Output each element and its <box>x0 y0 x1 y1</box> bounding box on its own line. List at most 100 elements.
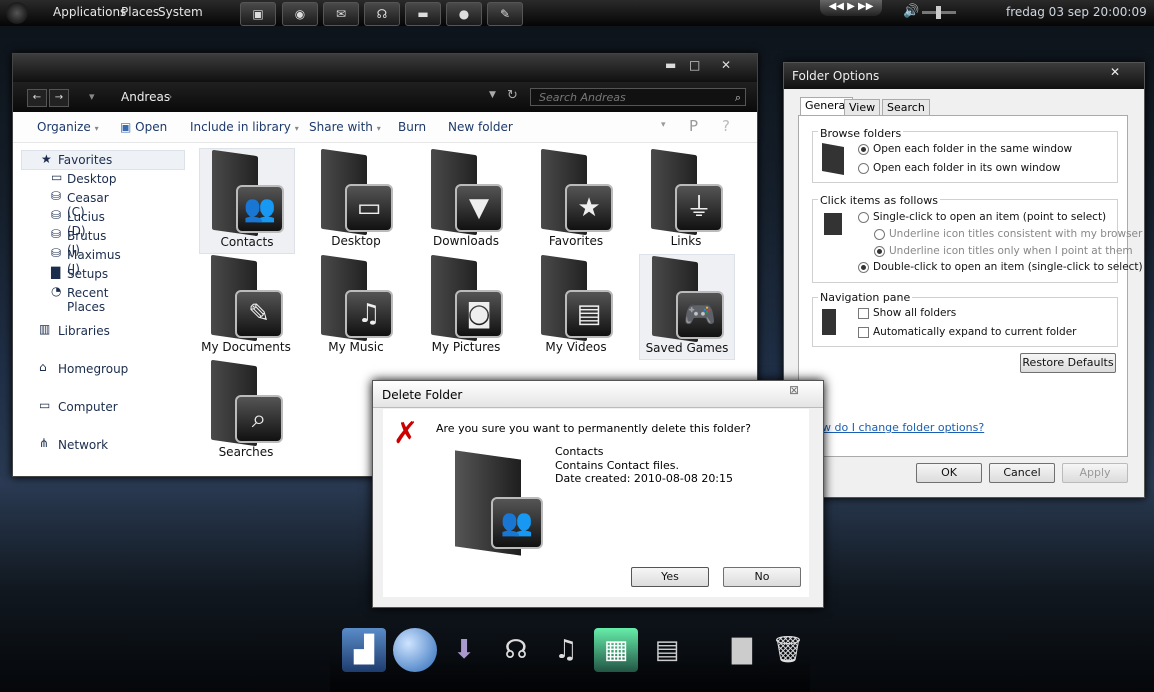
folder-item-my-pictures[interactable]: ◙ My Pictures <box>419 254 513 358</box>
search-icon[interactable]: ⌕ <box>735 89 741 107</box>
nav-setups[interactable]: Setups <box>67 267 108 281</box>
computer-icon: ▭ <box>39 398 51 412</box>
folder-options-window: Folder Options ✕ General View Search Bro… <box>783 62 1145 498</box>
new-folder-button[interactable]: New folder <box>448 120 513 134</box>
refresh-icon[interactable]: ↻ <box>507 88 518 103</box>
download-icon[interactable]: ⬇ <box>442 628 486 672</box>
no-button[interactable]: No <box>723 567 801 587</box>
photos-icon[interactable]: ▦ <box>594 628 638 672</box>
volume-icon[interactable]: 🔊 <box>903 4 919 19</box>
folder-item-my-documents[interactable]: ✎ My Documents <box>199 254 293 358</box>
folder-item-links[interactable]: ⏚ Links <box>639 148 733 252</box>
volume-slider[interactable] <box>922 6 956 19</box>
pen-icon: ✎ <box>235 290 283 338</box>
help-icon[interactable]: ? <box>722 117 730 135</box>
radio-on <box>858 143 869 155</box>
menu-places[interactable]: Places <box>121 5 159 19</box>
headphones-icon[interactable]: ☊ <box>364 2 400 26</box>
share-with-button[interactable]: Share with ▾ <box>309 120 381 134</box>
open-button[interactable]: ▣ Open <box>120 120 167 134</box>
finder-icon[interactable]: ▟ <box>342 628 386 672</box>
close-icon[interactable]: ⊠ <box>789 383 799 397</box>
trash-icon[interactable]: 🗑 <box>766 628 810 672</box>
search-input[interactable]: Search Andreas ⌕ <box>530 88 746 106</box>
radio-own-window[interactable]: Open each folder in its own window <box>858 162 1060 174</box>
folder-item-downloads[interactable]: ▼ Downloads <box>419 148 513 252</box>
monitor-icon: ▭ <box>345 184 393 232</box>
drive-icon: ⛁ <box>51 246 62 260</box>
camera-icon: ◙ <box>455 290 503 338</box>
breadcrumb[interactable]: Andreas <box>121 90 170 104</box>
close-icon[interactable]: ✕ <box>721 58 731 72</box>
folder-options-titlebar[interactable]: Folder Options ✕ <box>784 63 1144 89</box>
nav-computer[interactable]: Computer <box>58 400 118 414</box>
folder-item-my-videos[interactable]: ▤ My Videos <box>529 254 623 358</box>
back-button[interactable]: ← <box>27 89 47 107</box>
nav-recent-places[interactable]: Recent Places <box>67 286 108 314</box>
nav-network[interactable]: Network <box>58 438 108 452</box>
radio-underline-browser[interactable]: Underline icon titles consistent with my… <box>874 228 1142 240</box>
folder-item-favorites[interactable]: ★ Favorites <box>529 148 623 252</box>
yes-button[interactable]: Yes <box>631 567 709 587</box>
folder-label: Contacts <box>220 235 274 249</box>
folder-item-saved-games[interactable]: 🎮 Saved Games <box>639 254 735 360</box>
music-icon[interactable]: ♫ <box>544 628 588 672</box>
distro-logo-icon[interactable] <box>6 2 28 24</box>
chevron-right-icon[interactable]: › <box>168 90 172 103</box>
folder-item-contacts[interactable]: 👥 Contacts <box>199 148 295 254</box>
media-controls[interactable]: ◀◀ ▶ ▶▶ <box>820 0 882 16</box>
firefox-icon[interactable]: ◉ <box>282 2 318 26</box>
nav-desktop[interactable]: Desktop <box>67 172 117 186</box>
folder-item-searches[interactable]: ⌕ Searches <box>199 359 293 463</box>
close-icon[interactable]: ✕ <box>1110 65 1120 79</box>
mail-icon[interactable]: ✉ <box>323 2 359 26</box>
nav-homegroup[interactable]: Homegroup <box>58 362 128 376</box>
help-link[interactable]: w do I change folder options? <box>822 421 984 434</box>
folder-name: Contacts <box>555 445 604 458</box>
checkbox-auto-expand[interactable]: Automatically expand to current folder <box>858 326 1077 338</box>
include-in-library-button[interactable]: Include in library ▾ <box>190 120 299 134</box>
maximize-icon[interactable]: □ <box>689 58 700 72</box>
nav-libraries[interactable]: Libraries <box>58 324 110 338</box>
nav-favorites[interactable]: Favorites <box>58 153 112 167</box>
drive-icon: ⛁ <box>51 227 62 241</box>
people-icon: 👥 <box>491 497 543 549</box>
tool-icon[interactable]: ✎ <box>487 2 523 26</box>
globe-icon[interactable] <box>393 628 437 672</box>
minimize-icon[interactable]: ▬ <box>665 58 676 72</box>
folder-item-desktop[interactable]: ▭ Desktop <box>309 148 403 252</box>
dialog-titlebar[interactable]: Delete Folder ⊠ <box>373 381 823 408</box>
folder-item-my-music[interactable]: ♫ My Music <box>309 254 403 358</box>
delete-x-icon: ✗ <box>393 416 419 451</box>
organize-button[interactable]: Organize ▾ <box>37 120 99 134</box>
checkbox-show-all-folders[interactable]: Show all folders <box>858 307 956 319</box>
menu-applications[interactable]: Applications <box>53 5 126 19</box>
explorer-titlebar[interactable]: ▬ □ ✕ <box>13 54 757 82</box>
restore-defaults-button[interactable]: Restore Defaults <box>1020 353 1116 373</box>
ok-button[interactable]: OK <box>916 463 982 483</box>
top-panel: Applications Places System ▣ ◉ ✉ ☊ ▬ ● ✎… <box>0 0 1154 26</box>
video-icon[interactable]: ▤ <box>645 628 689 672</box>
folder-icon[interactable]: ▇ <box>720 628 764 672</box>
home-folder-icon[interactable]: ▣ <box>240 2 276 26</box>
menu-system[interactable]: System <box>158 5 203 19</box>
cancel-button[interactable]: Cancel <box>989 463 1055 483</box>
clock[interactable]: fredag 03 sep 20:00:09 <box>1006 5 1147 19</box>
forward-button[interactable]: → <box>49 89 69 107</box>
preview-pane-icon[interactable]: P <box>689 117 698 135</box>
radio-single-click[interactable]: Single-click to open an item (point to s… <box>858 211 1106 223</box>
apply-button[interactable]: Apply <box>1062 463 1128 483</box>
radio-double-click[interactable]: Double-click to open an item (single-cli… <box>858 261 1143 273</box>
radio-underline-point[interactable]: Underline icon titles only when I point … <box>874 245 1133 257</box>
window-title: Folder Options <box>792 69 880 83</box>
burn-button[interactable]: Burn <box>398 120 426 134</box>
folder-icon[interactable]: ▬ <box>405 2 441 26</box>
chevron-down-icon[interactable]: ▼ <box>489 90 496 100</box>
chat-icon[interactable]: ● <box>446 2 482 26</box>
headphones-icon[interactable]: ☊ <box>494 628 538 672</box>
view-options-icon[interactable]: ▾ <box>661 120 666 130</box>
magnifier-icon: ⌕ <box>235 395 283 443</box>
download-icon: ▼ <box>455 184 503 232</box>
folder-preview-icon <box>822 143 844 175</box>
radio-same-window[interactable]: Open each folder in the same window <box>858 143 1072 155</box>
